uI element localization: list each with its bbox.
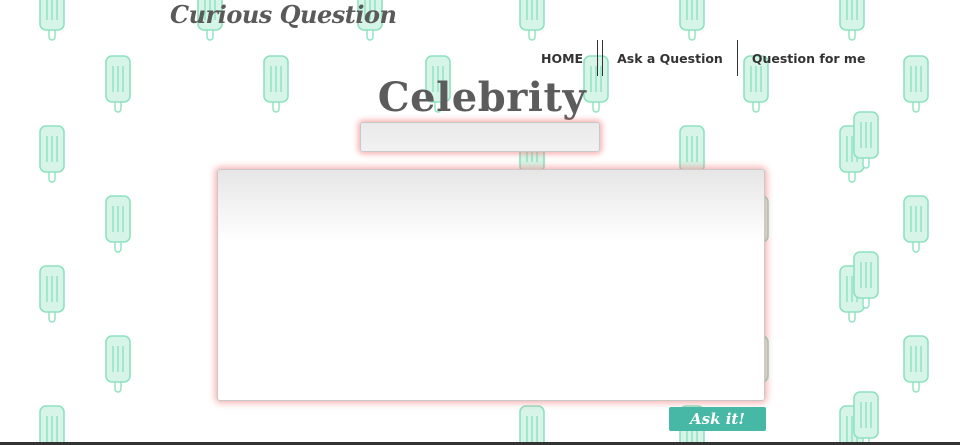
popsicle-icon [105, 195, 131, 253]
question-title-input[interactable] [360, 122, 600, 152]
popsicle-icon [679, 0, 705, 41]
nav-ask-question-link[interactable]: Ask a Question [603, 51, 737, 66]
popsicle-icon [39, 265, 65, 323]
popsicle-icon [519, 405, 545, 445]
popsicle-icon [39, 125, 65, 183]
popsicle-icon [519, 0, 545, 41]
nav-question-for-me-link[interactable]: Question for me [738, 51, 880, 66]
popsicle-icon [39, 0, 65, 41]
popsicle-icon [839, 0, 865, 41]
category-title: Celebrity [377, 74, 587, 121]
popsicle-icon [105, 335, 131, 393]
popsicle-icon [903, 335, 929, 393]
site-title[interactable]: Curious Question [170, 0, 397, 29]
popsicle-icon [903, 195, 929, 253]
popsicle-icon [853, 391, 879, 445]
question-textarea[interactable] [217, 169, 765, 401]
ask-it-button[interactable]: Ask it! [669, 407, 766, 431]
nav-home-link[interactable]: HOME [527, 51, 597, 66]
popsicle-icon [39, 405, 65, 445]
top-nav: HOME Ask a Question Question for me [527, 40, 879, 76]
